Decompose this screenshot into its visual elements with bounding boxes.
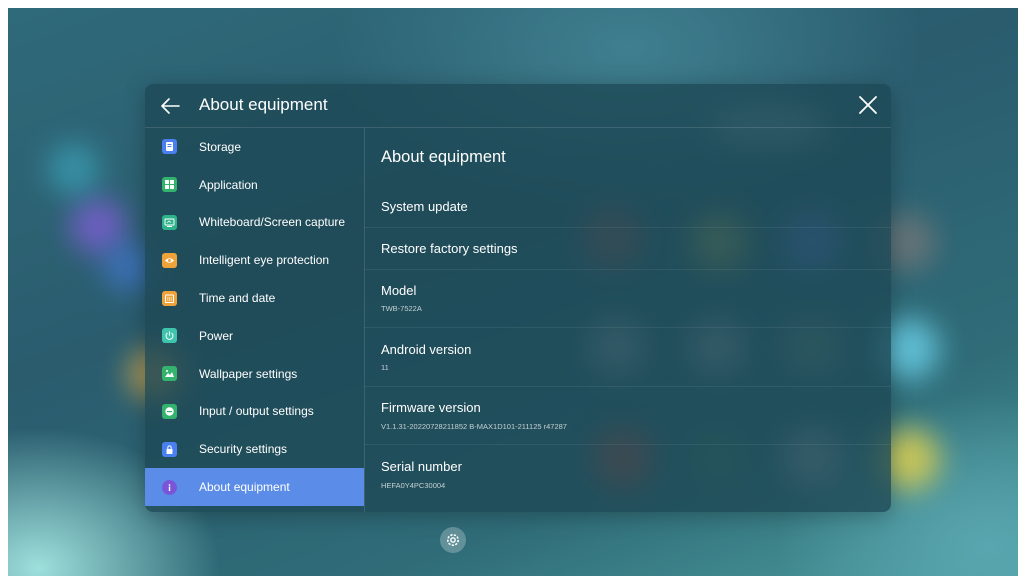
model-label: Model [381, 283, 417, 298]
content-title: About equipment [381, 148, 506, 166]
input-output-icon [162, 403, 177, 419]
sidebar-item-power[interactable]: Power [145, 317, 364, 355]
whiteboard-icon [162, 214, 177, 230]
info-icon [162, 479, 177, 495]
sidebar-item-label: Power [199, 328, 234, 343]
sidebar-item-about-equipment[interactable]: About equipment [145, 468, 364, 506]
about-equipment-dialog: About equipment Storage Application Whit… [145, 84, 891, 512]
gear-icon [447, 534, 459, 546]
floating-settings-button[interactable] [440, 527, 466, 553]
sidebar-item-wallpaper[interactable]: Wallpaper settings [145, 355, 364, 393]
sidebar-item-storage[interactable]: Storage [145, 128, 364, 166]
android-version-label: Android version [381, 342, 472, 357]
model-row: Model TWB-7522A [364, 269, 891, 328]
sidebar-item-label: Time and date [199, 291, 276, 306]
serial-number-label: Serial number [381, 459, 462, 474]
lock-icon [162, 441, 177, 457]
back-arrow-icon[interactable] [159, 95, 181, 117]
sidebar-item-label: Application [199, 177, 258, 192]
sidebar-item-label: Wallpaper settings [199, 366, 298, 381]
android-version-value: 11 [381, 363, 389, 372]
power-icon [162, 328, 177, 344]
serial-number-value: HEFA0Y4PC30004 [381, 481, 446, 490]
system-update-row[interactable]: System update [364, 185, 891, 228]
dialog-header: About equipment [145, 84, 891, 128]
firmware-version-value: V1.1.31-20220728211852 B-MAX1D101-211125… [381, 422, 567, 431]
sidebar-item-label: About equipment [199, 480, 290, 495]
restore-factory-label: Restore factory settings [381, 241, 518, 256]
system-update-label: System update [381, 199, 468, 214]
sidebar-item-label: Storage [199, 139, 242, 154]
sidebar-item-label: Security settings [199, 442, 288, 457]
sidebar-item-time-date[interactable]: Time and date [145, 279, 364, 317]
storage-icon [162, 139, 177, 155]
calendar-icon [162, 290, 177, 306]
background-blob [103, 243, 151, 291]
serial-number-row: Serial number HEFA0Y4PC30004 [364, 444, 891, 504]
sidebar-item-label: Whiteboard/Screen capture [199, 215, 346, 230]
sidebar-item-label: Intelligent eye protection [199, 253, 330, 268]
close-icon[interactable] [857, 94, 879, 116]
settings-sidebar: Storage Application Whiteboard/Screen ca… [145, 128, 365, 512]
eye-protection-icon [162, 252, 177, 268]
sidebar-item-whiteboard[interactable]: Whiteboard/Screen capture [145, 204, 364, 242]
android-version-row: Android version 11 [364, 327, 891, 387]
about-content-panel: About equipment System update Restore fa… [364, 128, 891, 512]
wallpaper-icon [162, 366, 177, 382]
firmware-version-row: Firmware version V1.1.31-20220728211852 … [364, 386, 891, 445]
sidebar-item-label: Input / output settings [199, 404, 314, 419]
application-icon [162, 177, 177, 193]
sidebar-item-application[interactable]: Application [145, 166, 364, 204]
firmware-version-label: Firmware version [381, 400, 481, 415]
sidebar-item-input-output[interactable]: Input / output settings [145, 393, 364, 431]
sidebar-item-security[interactable]: Security settings [145, 430, 364, 468]
restore-factory-row[interactable]: Restore factory settings [364, 227, 891, 270]
background-blob [48, 143, 100, 195]
sidebar-item-eye-protection[interactable]: Intelligent eye protection [145, 241, 364, 279]
model-value: TWB-7522A [381, 304, 422, 313]
dialog-title: About equipment [199, 95, 328, 114]
